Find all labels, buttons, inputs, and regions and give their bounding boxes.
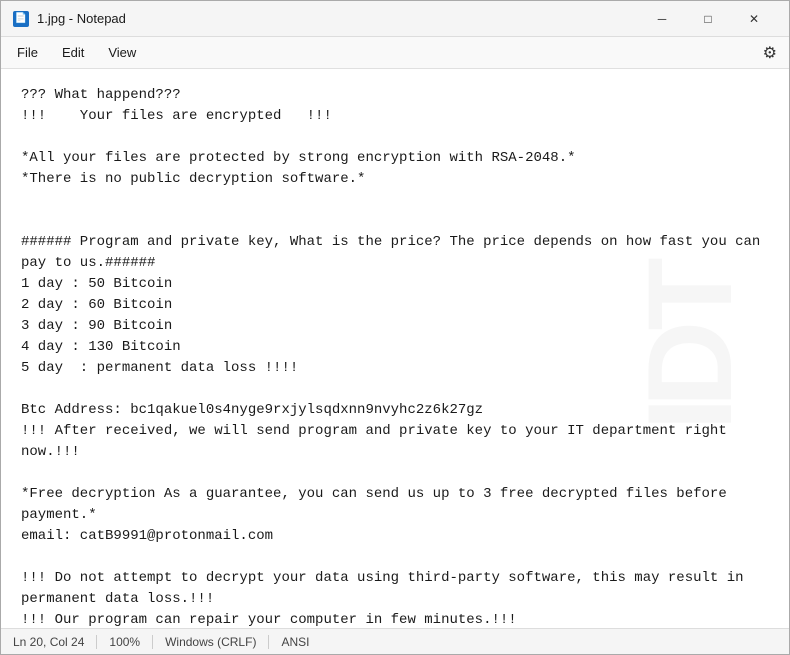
close-button[interactable]: ✕ (731, 1, 777, 37)
status-bar: Ln 20, Col 24 100% Windows (CRLF) ANSI (1, 628, 789, 654)
editor-content[interactable]: ??? What happend??? !!! Your files are e… (1, 69, 789, 628)
encoding: ANSI (269, 635, 321, 649)
title-bar: 📄 1.jpg - Notepad ─ □ ✕ (1, 1, 789, 37)
menu-bar: File Edit View ⚙ (1, 37, 789, 69)
notepad-window: 📄 1.jpg - Notepad ─ □ ✕ File Edit View ⚙… (0, 0, 790, 655)
cursor-position: Ln 20, Col 24 (9, 635, 97, 649)
menu-file[interactable]: File (5, 41, 50, 64)
minimize-button[interactable]: ─ (639, 1, 685, 37)
maximize-button[interactable]: □ (685, 1, 731, 37)
editor-area: IDT ??? What happend??? !!! Your files a… (1, 69, 789, 628)
settings-icon[interactable]: ⚙ (755, 39, 785, 67)
title-bar-controls: ─ □ ✕ (639, 1, 777, 37)
menu-view[interactable]: View (96, 41, 148, 64)
app-icon: 📄 (13, 11, 29, 27)
zoom-level: 100% (97, 635, 153, 649)
window-title: 1.jpg - Notepad (37, 11, 639, 26)
menu-edit[interactable]: Edit (50, 41, 96, 64)
line-ending: Windows (CRLF) (153, 635, 269, 649)
